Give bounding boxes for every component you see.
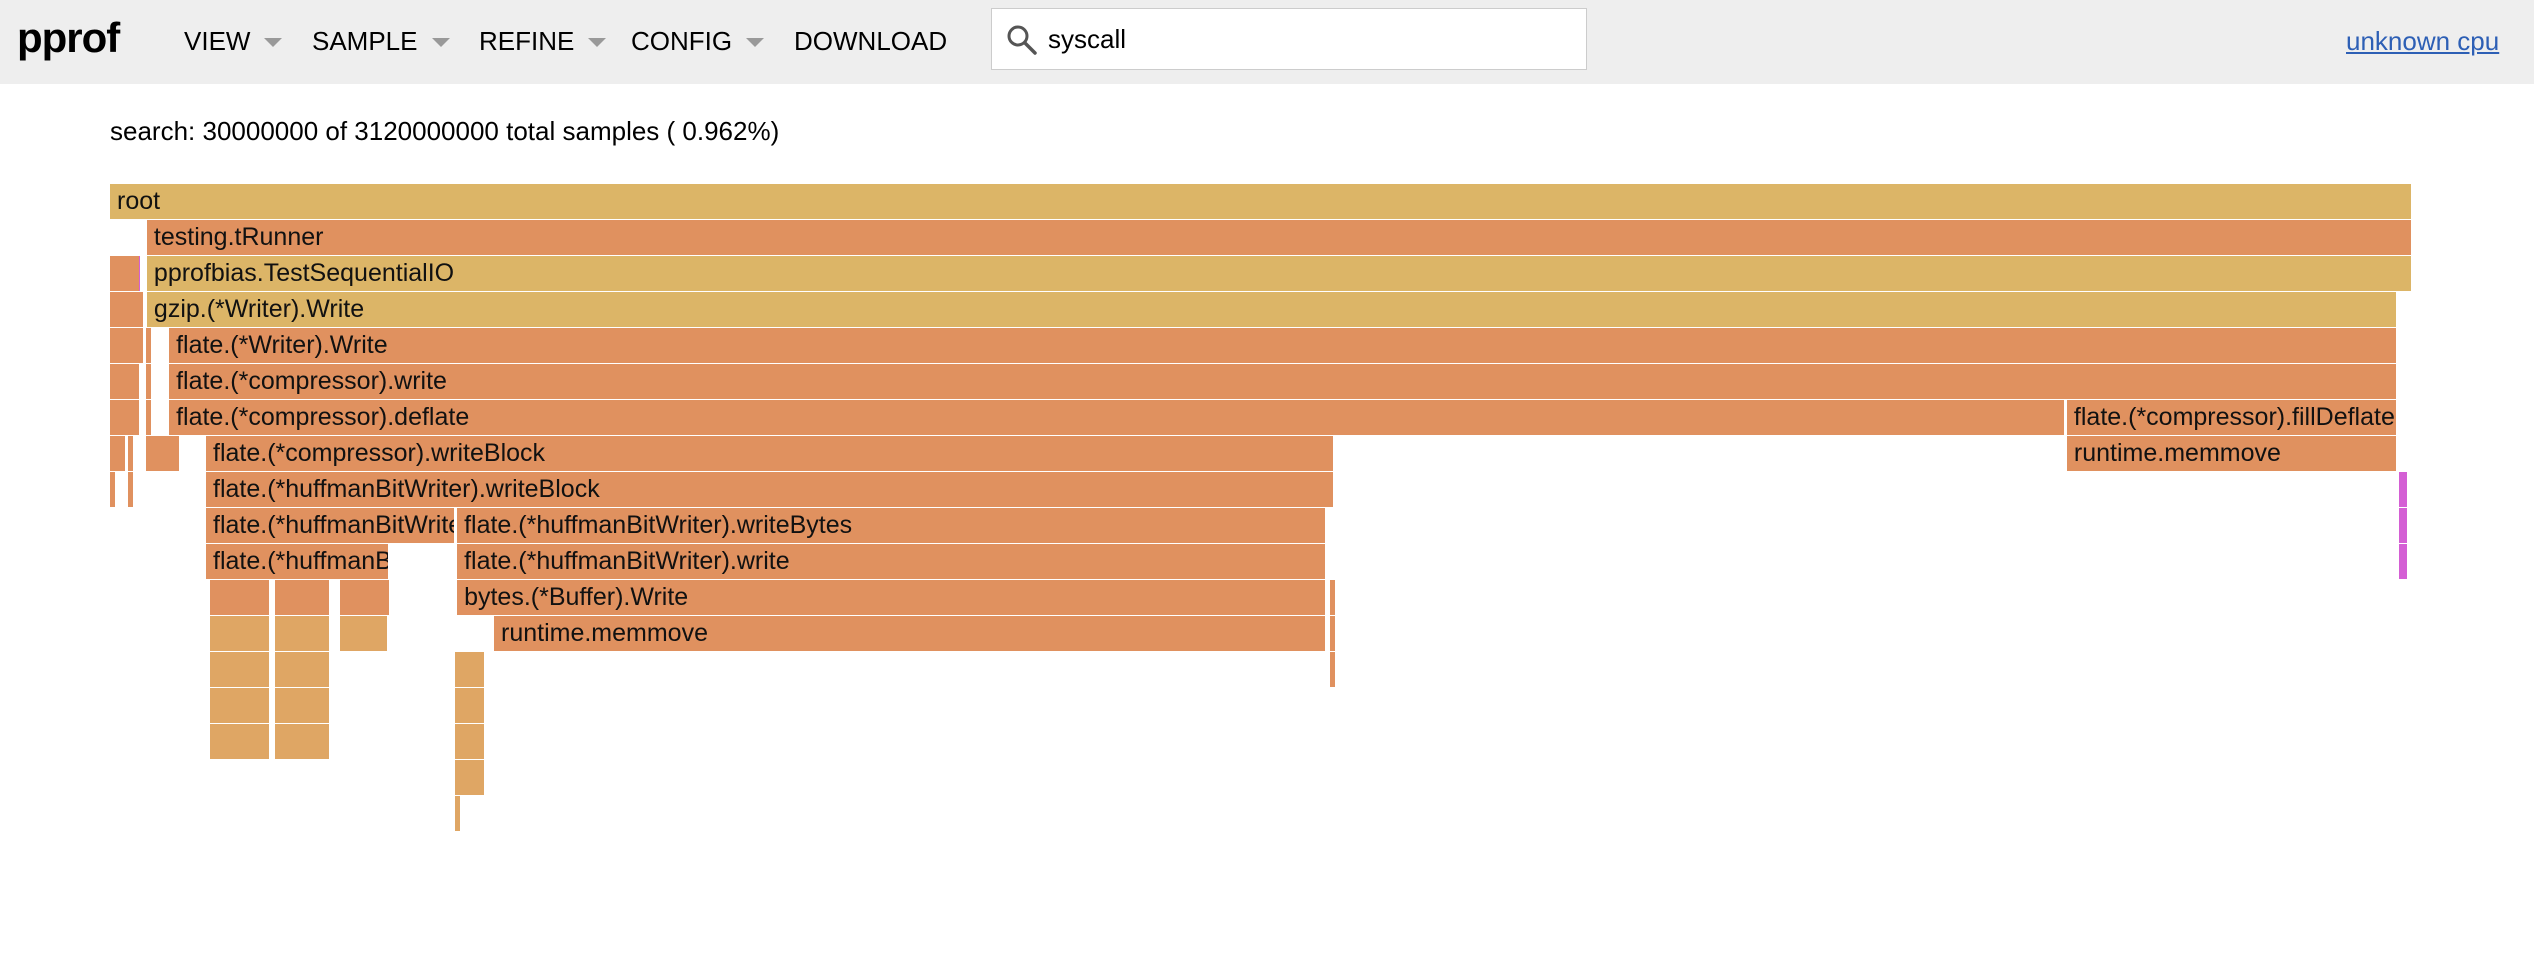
flame-frame-sliver[interactable] xyxy=(1330,652,1335,687)
flame-frame[interactable]: bytes.(*Buffer).Write xyxy=(457,580,1327,615)
flame-frame-label: runtime.memmove xyxy=(2073,439,2281,467)
flame-frame[interactable]: testing.tRunner xyxy=(146,220,2412,255)
flame-frame[interactable]: root xyxy=(110,184,2412,219)
flame-frame-sliver[interactable] xyxy=(210,724,269,759)
flame-frame-sliver[interactable] xyxy=(455,796,460,831)
flame-frame-sliver[interactable] xyxy=(128,256,133,291)
flame-frame-sliver[interactable] xyxy=(455,760,484,795)
search-input[interactable] xyxy=(1048,19,1568,59)
unknown-cpu-link[interactable]: unknown cpu xyxy=(2346,24,2499,58)
search-match-frame[interactable] xyxy=(2399,472,2407,507)
flame-frame-sliver[interactable] xyxy=(275,652,329,687)
top-toolbar: pprof VIEW SAMPLE REFINE CONFIG DOWNLOAD… xyxy=(0,0,2534,84)
flame-frame-label: flate.(*Writer).Write xyxy=(176,331,388,359)
flame-frame-sliver[interactable] xyxy=(110,472,115,507)
flame-frame[interactable]: flate.(*huffmanBitWriter).writeBytes xyxy=(457,508,1327,543)
search-match-frame[interactable] xyxy=(2399,544,2407,579)
flame-frame-sliver[interactable] xyxy=(455,652,484,687)
pprof-logo[interactable]: pprof xyxy=(17,10,120,66)
flame-frame[interactable]: flate.(*huffmanBitWriter).writeTokens xyxy=(206,508,456,543)
search-match-frame[interactable] xyxy=(2399,508,2407,543)
flame-frame[interactable]: flate.(*huffmanBitWriter).writeCode xyxy=(206,544,389,579)
flame-frame[interactable]: runtime.memmove xyxy=(2066,436,2398,471)
menu-sample-label: SAMPLE xyxy=(312,26,418,56)
flame-frame-sliver[interactable] xyxy=(110,400,139,435)
flame-frame[interactable]: pprofbias.TestSequentialIO xyxy=(146,256,2412,291)
flame-frame-sliver[interactable] xyxy=(455,688,484,723)
flame-frame[interactable]: runtime.memmove xyxy=(494,616,1327,651)
chevron-down-icon xyxy=(588,37,607,47)
flame-frame-sliver[interactable] xyxy=(210,580,269,615)
flame-frame-sliver[interactable] xyxy=(275,724,329,759)
flame-frame[interactable]: flate.(*compressor).deflate xyxy=(169,400,2065,435)
flame-frame-sliver[interactable] xyxy=(146,364,151,399)
flame-frame-sliver[interactable] xyxy=(210,652,269,687)
flame-frame-sliver[interactable] xyxy=(146,400,151,435)
menu-refine[interactable]: REFINE xyxy=(479,24,607,58)
flame-frame-sliver[interactable] xyxy=(455,724,484,759)
flame-frame[interactable]: flate.(*huffmanBitWriter).write xyxy=(457,544,1327,579)
flame-frame[interactable]: flate.(*compressor).writeBlock xyxy=(206,436,1334,471)
menu-view-label: VIEW xyxy=(184,26,251,56)
flame-frame-sliver[interactable] xyxy=(128,400,133,435)
flame-frame-label: pprofbias.TestSequentialIO xyxy=(153,259,455,287)
flame-frame-label: flate.(*huffmanBitWriter).writeTokens xyxy=(213,511,454,539)
flame-frame-label: flate.(*huffmanBitWriter).writeBlock xyxy=(213,475,600,503)
flame-frame[interactable]: flate.(*Writer).Write xyxy=(169,328,2398,363)
flame-frame-label: flate.(*compressor).deflate xyxy=(176,403,470,431)
search-box[interactable] xyxy=(991,8,1587,70)
flame-frame-sliver[interactable] xyxy=(128,436,133,471)
flame-frame-sliver[interactable] xyxy=(340,616,387,651)
flame-frame-sliver[interactable] xyxy=(210,616,269,651)
flame-frame-label: flate.(*compressor).fillDeflate xyxy=(2073,403,2395,431)
menu-refine-label: REFINE xyxy=(479,26,575,56)
menu-config[interactable]: CONFIG xyxy=(631,24,765,58)
flame-frame-sliver[interactable] xyxy=(1330,616,1335,651)
flame-frame-sliver[interactable] xyxy=(146,328,151,363)
menu-config-label: CONFIG xyxy=(631,26,733,56)
flame-frame-sliver[interactable] xyxy=(146,436,179,471)
search-summary: search: 30000000 of 3120000000 total sam… xyxy=(110,116,780,146)
flame-frame-sliver[interactable] xyxy=(128,472,133,507)
search-icon xyxy=(1007,25,1037,55)
menu-sample[interactable]: SAMPLE xyxy=(312,24,450,58)
flame-frame-sliver[interactable] xyxy=(340,580,389,615)
flame-frame[interactable]: flate.(*compressor).fillDeflate xyxy=(2066,400,2398,435)
menu-download[interactable]: DOWNLOAD xyxy=(794,24,947,58)
flame-graph: root testing.tRunner pprofbias.TestSequent… xyxy=(110,184,2414,904)
flame-frame-sliver[interactable] xyxy=(275,688,329,723)
chevron-down-icon xyxy=(431,37,450,47)
flame-frame-label: root xyxy=(117,187,161,215)
flame-frame-sliver[interactable] xyxy=(110,364,139,399)
flame-frame-sliver[interactable] xyxy=(128,292,143,327)
chevron-down-icon xyxy=(746,37,765,47)
flame-frame-label: runtime.memmove xyxy=(501,619,708,647)
flame-frame-label: testing.tRunner xyxy=(153,223,324,251)
flame-frame-label: flate.(*huffmanBitWriter).writeCode xyxy=(213,547,389,575)
menu-download-label: DOWNLOAD xyxy=(794,26,948,56)
chevron-down-icon xyxy=(264,37,283,47)
flame-frame-label: gzip.(*Writer).Write xyxy=(153,295,365,323)
flame-frame-sliver[interactable] xyxy=(275,580,329,615)
flame-frame-sliver[interactable] xyxy=(1330,580,1335,615)
flame-frame-label: bytes.(*Buffer).Write xyxy=(464,583,689,611)
flame-frame-sliver[interactable] xyxy=(110,256,139,291)
flame-frame-sliver[interactable] xyxy=(128,364,133,399)
flame-frame-label: flate.(*huffmanBitWriter).write xyxy=(464,547,790,575)
flame-frame[interactable]: flate.(*huffmanBitWriter).writeBlock xyxy=(206,472,1334,507)
flame-frame-label: flate.(*compressor).write xyxy=(176,367,447,395)
flame-frame[interactable]: gzip.(*Writer).Write xyxy=(146,292,2398,327)
flame-frame-label: flate.(*huffmanBitWriter).writeBytes xyxy=(464,511,853,539)
flame-frame-sliver[interactable] xyxy=(275,616,329,651)
menu-view[interactable]: VIEW xyxy=(184,24,283,58)
flame-frame-label: flate.(*compressor).writeBlock xyxy=(213,439,546,467)
flame-frame[interactable]: flate.(*compressor).write xyxy=(169,364,2398,399)
flame-frame-sliver[interactable] xyxy=(110,436,125,471)
flame-frame-sliver[interactable] xyxy=(210,688,269,723)
flame-frame-sliver[interactable] xyxy=(128,328,143,363)
